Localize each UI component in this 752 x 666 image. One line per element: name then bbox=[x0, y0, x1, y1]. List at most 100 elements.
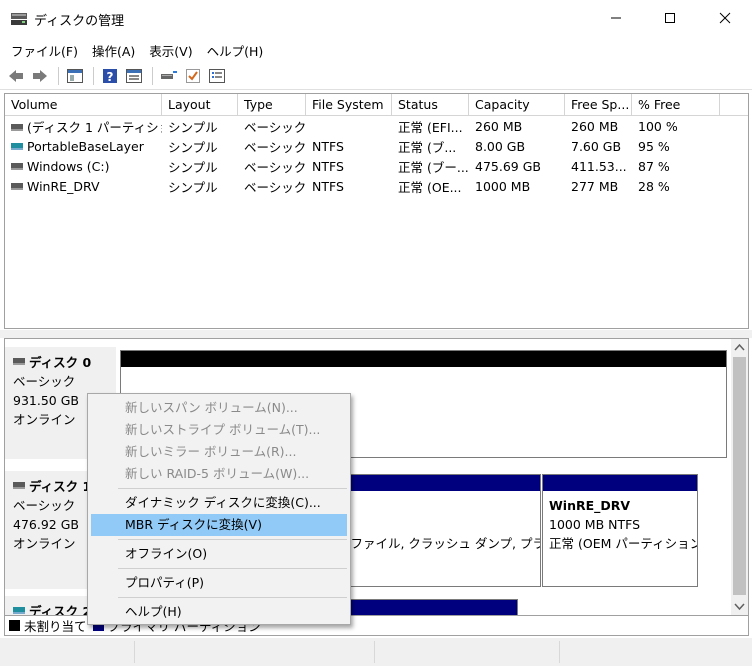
properties-icon bbox=[126, 68, 142, 83]
menu-offline[interactable]: オフライン(O) bbox=[91, 543, 347, 565]
volume-name: Windows (C:) bbox=[27, 158, 110, 174]
minimize-button[interactable] bbox=[589, 0, 643, 36]
menu-help[interactable]: ヘルプ(H) bbox=[91, 601, 347, 623]
percent-free-cell: 95 % bbox=[638, 138, 670, 154]
toolbar: ? bbox=[0, 62, 752, 90]
scroll-up-icon[interactable] bbox=[731, 339, 748, 356]
status-cell: 正常 (ブー... bbox=[398, 159, 469, 175]
free-space-cell: 277 MB bbox=[571, 178, 619, 194]
close-button[interactable] bbox=[698, 0, 752, 36]
scrollbar-thumb[interactable] bbox=[733, 357, 746, 595]
status-segment bbox=[0, 641, 135, 663]
column-header-file-system[interactable]: File System bbox=[306, 94, 392, 115]
free-space-cell: 260 MB bbox=[571, 118, 619, 134]
type-cell: ベーシック bbox=[244, 179, 306, 195]
volume-name: (ディスク 1 パーティショ... bbox=[27, 119, 162, 135]
file-system-cell: NTFS bbox=[312, 138, 344, 154]
list-view-button[interactable] bbox=[206, 66, 228, 86]
winre-partition-name: WinRE_DRV bbox=[549, 498, 631, 513]
menu-separator bbox=[118, 539, 347, 540]
disk-0-name: ディスク 0 bbox=[29, 355, 92, 370]
column-header-free-space[interactable]: Free Sp... bbox=[565, 94, 632, 115]
properties-button[interactable] bbox=[123, 66, 145, 86]
drive-connect-icon bbox=[161, 70, 177, 79]
back-button[interactable] bbox=[5, 66, 27, 86]
drive-icon bbox=[11, 162, 23, 170]
winre-partition-status: 正常 (OEM パーティション bbox=[549, 536, 697, 551]
menu-view[interactable]: 表示(V) bbox=[142, 36, 199, 62]
help-icon: ? bbox=[103, 68, 117, 84]
primary-partition-bar bbox=[543, 475, 697, 491]
capacity-cell: 1000 MB bbox=[475, 178, 531, 194]
file-system-cell: NTFS bbox=[312, 158, 344, 174]
menu-bar: ファイル(F) 操作(A) 表示(V) ヘルプ(H) bbox=[0, 36, 752, 62]
disk-0-type: ベーシック bbox=[13, 374, 76, 389]
partition-detail-fragment: s bbox=[334, 515, 540, 534]
winre-partition[interactable]: WinRE_DRV 1000 MB NTFS 正常 (OEM パーティション bbox=[542, 474, 698, 587]
drive-icon bbox=[11, 182, 23, 190]
pane-splitter[interactable] bbox=[0, 330, 752, 338]
close-icon bbox=[719, 12, 731, 24]
column-header-layout[interactable]: Layout bbox=[162, 94, 238, 115]
console-tree-icon bbox=[67, 68, 83, 83]
menu-new-striped-volume[interactable]: 新しいストライプ ボリューム(T)... bbox=[91, 419, 347, 441]
toolbar-separator bbox=[152, 66, 153, 85]
layout-cell: シンプル bbox=[168, 159, 218, 175]
menu-file[interactable]: ファイル(F) bbox=[4, 36, 85, 62]
menu-separator bbox=[118, 568, 347, 569]
menu-properties[interactable]: プロパティ(P) bbox=[91, 572, 347, 594]
table-row[interactable]: (ディスク 1 パーティショ... シンプル ベーシック 正常 (EFI... … bbox=[5, 116, 748, 136]
partition-status-fragment: ジ ファイル, クラッシュ ダンプ, プライ bbox=[334, 536, 540, 551]
menu-help[interactable]: ヘルプ(H) bbox=[200, 36, 271, 62]
column-header-percent-free[interactable]: % Free bbox=[632, 94, 720, 115]
title-bar: ディスクの管理 bbox=[0, 0, 752, 36]
status-segment bbox=[375, 641, 560, 663]
help-button[interactable]: ? bbox=[99, 66, 121, 86]
forward-button[interactable] bbox=[29, 66, 51, 86]
menu-convert-dynamic[interactable]: ダイナミック ディスクに変換(C)... bbox=[91, 492, 347, 514]
disk-2-name: ディスク 2 bbox=[29, 604, 92, 616]
arrow-right-icon bbox=[33, 69, 47, 82]
menu-convert-mbr[interactable]: MBR ディスクに変換(V) bbox=[91, 514, 347, 536]
window-title: ディスクの管理 bbox=[34, 14, 125, 29]
menu-action[interactable]: 操作(A) bbox=[85, 36, 142, 62]
scroll-down-icon[interactable] bbox=[731, 598, 748, 615]
unallocated-swatch bbox=[9, 620, 20, 631]
table-row[interactable]: PortableBaseLayer シンプル ベーシック NTFS 正常 (ブ.… bbox=[5, 136, 748, 156]
maximize-button[interactable] bbox=[643, 0, 697, 36]
status-cell: 正常 (OE... bbox=[398, 179, 462, 195]
menu-new-raid5-volume[interactable]: 新しい RAID-5 ボリューム(W)... bbox=[91, 463, 347, 485]
menu-new-mirrored-volume[interactable]: 新しいミラー ボリューム(R)... bbox=[91, 441, 347, 463]
free-space-cell: 411.53... bbox=[571, 158, 627, 174]
column-header-type[interactable]: Type bbox=[238, 94, 306, 115]
disk-icon bbox=[13, 358, 25, 365]
legend-unallocated: 未割り当て bbox=[24, 619, 87, 634]
column-header-volume[interactable]: Volume bbox=[5, 94, 162, 115]
checklist-icon bbox=[186, 68, 200, 83]
menu-new-spanned-volume[interactable]: 新しいスパン ボリューム(N)... bbox=[91, 397, 347, 419]
type-cell: ベーシック bbox=[244, 119, 306, 135]
disk-view-scrollbar[interactable] bbox=[731, 339, 748, 615]
column-header-capacity[interactable]: Capacity bbox=[469, 94, 565, 115]
console-tree-button[interactable] bbox=[64, 66, 86, 86]
portable-disk-icon bbox=[13, 607, 25, 614]
volume-list: Volume Layout Type File System Status Ca… bbox=[4, 93, 749, 329]
percent-free-cell: 87 % bbox=[638, 158, 670, 174]
layout-cell: シンプル bbox=[168, 119, 218, 135]
svg-text:?: ? bbox=[107, 70, 114, 84]
status-cell: 正常 (EFI... bbox=[398, 119, 463, 135]
drive-icon bbox=[11, 123, 23, 131]
column-header-status[interactable]: Status bbox=[392, 94, 469, 115]
status-cell: 正常 (ブ... bbox=[398, 139, 457, 155]
status-segment bbox=[135, 641, 375, 663]
menu-separator bbox=[118, 597, 347, 598]
percent-free-cell: 100 % bbox=[638, 118, 678, 134]
table-row[interactable]: Windows (C:) シンプル ベーシック NTFS 正常 (ブー... 4… bbox=[5, 156, 748, 176]
disk-context-menu: 新しいスパン ボリューム(N)... 新しいストライプ ボリューム(T)... … bbox=[87, 393, 351, 625]
volume-table-header: Volume Layout Type File System Status Ca… bbox=[5, 94, 748, 116]
file-system-cell: NTFS bbox=[312, 178, 344, 194]
connect-drive-button[interactable] bbox=[158, 66, 180, 86]
check-button[interactable] bbox=[182, 66, 204, 86]
list-view-icon bbox=[209, 68, 225, 83]
table-row[interactable]: WinRE_DRV シンプル ベーシック NTFS 正常 (OE... 1000… bbox=[5, 176, 748, 196]
